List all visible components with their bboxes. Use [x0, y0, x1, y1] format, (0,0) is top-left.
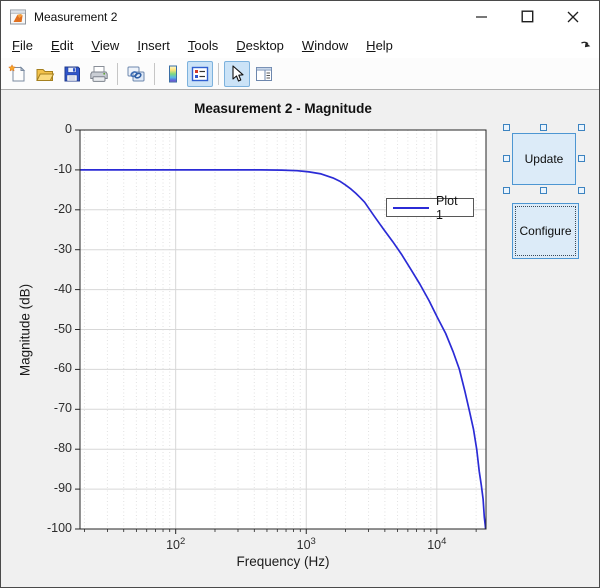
menu-view[interactable]: View	[82, 35, 128, 56]
x-tick-label: 103	[278, 536, 334, 552]
printer-icon	[89, 64, 109, 84]
selection-handle[interactable]	[578, 187, 585, 194]
x-tick-label: 104	[409, 536, 465, 552]
y-tick-label: -60	[1, 361, 72, 375]
save-figure-button[interactable]	[59, 61, 85, 87]
y-tick-label: -10	[1, 162, 72, 176]
new-figure-button[interactable]	[5, 61, 31, 87]
floppy-disk-icon	[62, 64, 82, 84]
insert-legend-button[interactable]	[187, 61, 213, 87]
selection-handle[interactable]	[540, 187, 547, 194]
y-tick-label: -90	[1, 481, 72, 495]
menu-insert[interactable]: Insert	[128, 35, 179, 56]
selection-handle[interactable]	[540, 124, 547, 131]
menu-file[interactable]: File	[3, 35, 42, 56]
legend-line-sample	[393, 207, 429, 209]
y-tick-label: -50	[1, 322, 72, 336]
x-tick-label: 102	[148, 536, 204, 552]
edit-plot-button[interactable]	[224, 61, 250, 87]
menu-help[interactable]: Help	[357, 35, 402, 56]
legend-icon	[190, 64, 210, 84]
plot-legend[interactable]: Plot 1	[386, 198, 474, 217]
property-editor-icon	[254, 64, 274, 84]
close-icon	[566, 10, 580, 24]
y-tick-label: -100	[1, 521, 72, 535]
update-button[interactable]: Update	[512, 133, 576, 185]
colorbar-icon	[163, 64, 183, 84]
configure-button[interactable]: Configure	[512, 203, 579, 259]
menu-window[interactable]: Window	[293, 35, 357, 56]
menu-edit[interactable]: Edit	[42, 35, 82, 56]
y-tick-label: -20	[1, 202, 72, 216]
selection-handle[interactable]	[503, 155, 510, 162]
maximize-icon	[521, 10, 534, 23]
selection-handle[interactable]	[578, 124, 585, 131]
matlab-figure-window: Measurement 2 FileEditViewInsertToolsDes…	[0, 0, 600, 588]
property-editor-button[interactable]	[251, 61, 277, 87]
figure-toolbar	[1, 58, 599, 90]
minimize-icon	[475, 10, 488, 23]
window-title: Measurement 2	[34, 10, 117, 24]
open-file-button[interactable]	[32, 61, 58, 87]
selection-handle[interactable]	[503, 187, 510, 194]
maximize-button[interactable]	[504, 1, 550, 32]
print-figure-button[interactable]	[86, 61, 112, 87]
new-document-icon	[8, 64, 28, 84]
selection-handle[interactable]	[503, 124, 510, 131]
menu-tools[interactable]: Tools	[179, 35, 227, 56]
plot-title: Measurement 2 - Magnitude	[80, 101, 486, 116]
menu-bar: FileEditViewInsertToolsDesktopWindowHelp	[1, 32, 599, 58]
legend-entry-label: Plot 1	[436, 194, 467, 222]
dock-figure-icon[interactable]	[580, 39, 592, 51]
y-tick-label: 0	[1, 122, 72, 136]
open-folder-icon	[35, 64, 55, 84]
update-button-label: Update	[525, 152, 564, 166]
x-axis-label: Frequency (Hz)	[80, 554, 486, 569]
figure-canvas: Measurement 2 - Magnitude Frequency (Hz)…	[1, 90, 599, 587]
insert-colorbar-button[interactable]	[160, 61, 186, 87]
y-tick-label: -30	[1, 242, 72, 256]
y-tick-label: -40	[1, 282, 72, 296]
title-bar[interactable]: Measurement 2	[1, 1, 599, 32]
update-button-selection: Update	[512, 133, 576, 185]
configure-button-label: Configure	[519, 224, 571, 238]
cursor-arrow-icon	[227, 64, 247, 84]
toolbar-separator	[154, 63, 155, 85]
toolbar-separator	[117, 63, 118, 85]
toolbar-separator	[218, 63, 219, 85]
matlab-figure-icon	[10, 9, 27, 25]
selection-handle[interactable]	[578, 155, 585, 162]
close-button[interactable]	[550, 1, 596, 32]
plot-axes[interactable]	[1, 90, 600, 588]
y-tick-label: -70	[1, 401, 72, 415]
link-icon	[126, 64, 146, 84]
y-tick-label: -80	[1, 441, 72, 455]
link-plot-button[interactable]	[123, 61, 149, 87]
minimize-button[interactable]	[458, 1, 504, 32]
menu-desktop[interactable]: Desktop	[227, 35, 293, 56]
